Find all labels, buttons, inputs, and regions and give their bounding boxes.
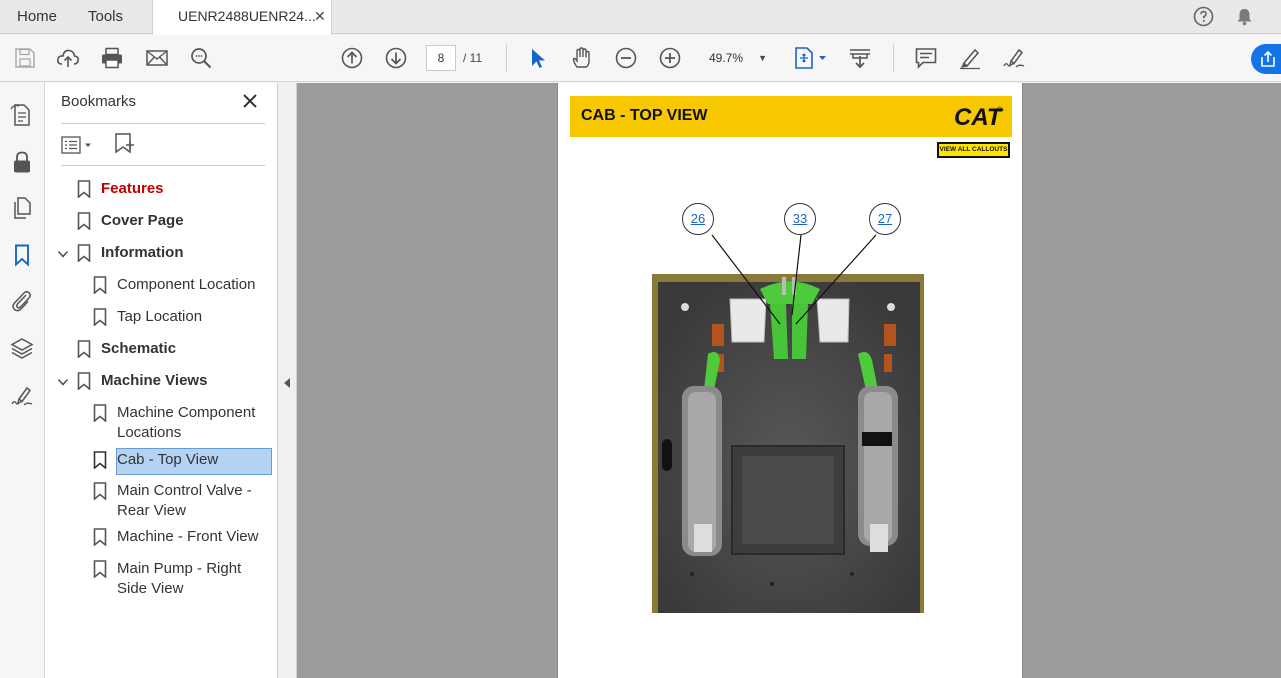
bookmark-options-icon[interactable] xyxy=(61,135,97,155)
bookmark-icon xyxy=(93,308,107,326)
zoom-level-dropdown[interactable]: 49.7% ▼ xyxy=(703,45,775,71)
panel-title: Bookmarks xyxy=(61,93,137,110)
page-thumbnails-icon[interactable] xyxy=(10,103,34,127)
bookmark-icon xyxy=(77,340,91,358)
bookmark-icon xyxy=(93,528,107,546)
signature-panel-icon[interactable] xyxy=(10,384,34,408)
toolbar-divider xyxy=(893,44,894,72)
panel-collapse-strip[interactable] xyxy=(278,83,297,678)
tab-tools[interactable]: Tools xyxy=(88,0,123,34)
page-number-input[interactable]: 8 xyxy=(426,45,456,71)
attachment-icon[interactable] xyxy=(10,289,34,313)
bookmark-icon xyxy=(93,451,107,469)
copy-pages-icon[interactable] xyxy=(10,196,34,220)
collapse-chevron-icon[interactable] xyxy=(57,248,69,260)
hand-tool-icon[interactable] xyxy=(570,46,594,70)
svg-text:®: ® xyxy=(997,106,1003,114)
cab-top-view-image xyxy=(652,274,924,613)
comment-icon[interactable] xyxy=(914,46,938,70)
print-icon[interactable] xyxy=(100,46,124,70)
layers-icon[interactable] xyxy=(10,336,34,360)
bookmark-panel-icon[interactable] xyxy=(10,243,34,267)
zoom-level-value: 49.7% xyxy=(709,51,744,65)
callout-link[interactable]: 33 xyxy=(784,203,816,235)
collapse-panel-arrow-icon[interactable] xyxy=(282,377,292,389)
tab-document-label: UENR2488UENR24... xyxy=(178,8,316,24)
bookmark-icon xyxy=(93,404,107,422)
panel-divider xyxy=(61,123,265,124)
help-icon[interactable] xyxy=(1193,6,1214,27)
bookmark-icon xyxy=(77,180,91,198)
tab-bar: Home Tools UENR2488UENR24... ✕ xyxy=(0,0,1281,35)
bookmark-icon xyxy=(77,244,91,262)
bookmark-icon xyxy=(93,276,107,294)
zoom-in-icon[interactable] xyxy=(658,46,682,70)
find-zoom-icon[interactable] xyxy=(189,46,213,70)
share-icon xyxy=(1261,50,1275,67)
callout-link[interactable]: 26 xyxy=(682,203,714,235)
page-title: CAB - TOP VIEW xyxy=(581,107,708,124)
lock-icon[interactable] xyxy=(10,150,34,174)
bookmark-icon xyxy=(77,372,91,390)
panel-divider xyxy=(61,165,265,166)
email-icon[interactable] xyxy=(145,46,169,70)
bookmark-icon xyxy=(93,560,107,578)
page-total-label: / 11 xyxy=(463,51,483,65)
share-button[interactable] xyxy=(1251,44,1281,74)
close-tab-icon[interactable]: ✕ xyxy=(314,0,326,33)
main-toolbar: 8 / 11 49.7% ▼ xyxy=(0,35,1281,82)
page-header-banner: CAB - TOP VIEW CAT ® xyxy=(570,96,1012,137)
fit-page-icon[interactable] xyxy=(793,46,829,70)
bookmark-icon xyxy=(93,482,107,500)
navigation-rail xyxy=(0,83,45,678)
previous-page-icon[interactable] xyxy=(340,46,364,70)
cat-logo: CAT ® xyxy=(954,104,1004,130)
notifications-bell-icon[interactable] xyxy=(1234,6,1255,27)
save-icon[interactable] xyxy=(13,46,37,70)
document-view[interactable]: CAB - TOP VIEW CAT ® VIEW ALL CALLOUTS 2… xyxy=(297,83,1281,678)
pdf-page: CAB - TOP VIEW CAT ® VIEW ALL CALLOUTS 2… xyxy=(557,83,1023,678)
next-page-icon[interactable] xyxy=(384,46,408,70)
tab-document[interactable]: UENR2488UENR24... ✕ xyxy=(152,0,332,35)
bookmark-icon xyxy=(77,212,91,230)
highlight-pen-icon[interactable] xyxy=(958,46,982,70)
close-panel-icon[interactable] xyxy=(241,92,259,110)
cloud-upload-icon[interactable] xyxy=(56,46,80,70)
scroll-mode-icon[interactable] xyxy=(848,46,872,70)
collapse-chevron-icon[interactable] xyxy=(57,376,69,388)
callout-link[interactable]: 27 xyxy=(869,203,901,235)
chevron-down-icon: ▼ xyxy=(758,53,767,63)
new-bookmark-icon[interactable] xyxy=(113,132,135,156)
toolbar-divider xyxy=(506,44,507,72)
view-all-callouts-button[interactable]: VIEW ALL CALLOUTS xyxy=(937,142,1010,158)
select-arrow-icon[interactable] xyxy=(526,46,550,70)
zoom-out-icon[interactable] xyxy=(614,46,638,70)
tab-home[interactable]: Home xyxy=(17,0,57,34)
sign-icon[interactable] xyxy=(1002,46,1026,70)
